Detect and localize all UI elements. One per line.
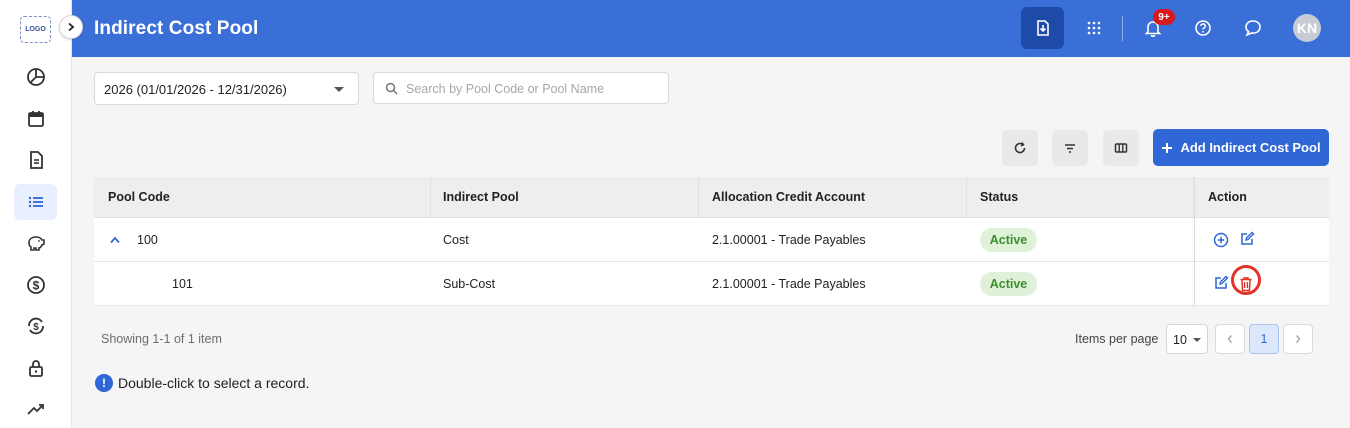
status-badge: Active (980, 272, 1037, 296)
items-per-page-select[interactable]: 10 (1166, 324, 1208, 354)
previous-page-button[interactable] (1215, 324, 1245, 354)
chevron-up-icon[interactable] (109, 235, 121, 245)
apps-button[interactable] (1072, 7, 1115, 49)
sidebar-item-list[interactable] (14, 184, 57, 220)
chevron-right-icon (68, 22, 75, 32)
fiscal-year-value: 2026 (01/01/2026 - 12/31/2026) (104, 82, 287, 97)
refresh-button[interactable] (1002, 130, 1038, 166)
search-input[interactable] (406, 79, 661, 99)
notification-badge: 9+ (1153, 9, 1175, 25)
column-header-status[interactable]: Status (980, 190, 1018, 204)
help-icon (1194, 20, 1211, 36)
top-header: Indirect Cost Pool 9+ KN (72, 0, 1350, 57)
items-per-page-value: 10 (1173, 333, 1187, 347)
caret-down-icon (334, 87, 344, 92)
sidebar-toggle-button[interactable] (59, 15, 83, 39)
column-header-action: Action (1208, 190, 1247, 204)
edit-icon[interactable] (1238, 230, 1256, 248)
plus-icon (1162, 142, 1173, 153)
currency-exchange-icon: $ (27, 317, 44, 335)
notifications-button[interactable]: 9+ (1131, 7, 1175, 49)
caret-down-icon (1193, 338, 1201, 342)
sidebar-item-dashboard[interactable] (14, 59, 57, 95)
add-indirect-cost-pool-button[interactable]: Add Indirect Cost Pool (1153, 129, 1329, 166)
sidebar-item-exchange[interactable]: $ (14, 308, 57, 344)
header-divider (1122, 16, 1123, 41)
add-sub-pool-icon[interactable] (1212, 231, 1230, 249)
columns-icon (1114, 143, 1128, 153)
sidebar-item-payments[interactable]: $ (14, 267, 57, 303)
svg-text:$: $ (33, 322, 39, 333)
sidebar-item-documents[interactable] (14, 142, 57, 178)
column-divider (430, 177, 431, 218)
info-icon: ! (95, 374, 113, 392)
lock-icon (28, 360, 43, 377)
download-button[interactable] (1021, 7, 1064, 49)
document-icon (29, 151, 43, 169)
items-per-page-label: Items per page (1075, 332, 1159, 346)
chat-button[interactable] (1231, 7, 1274, 49)
column-divider (698, 177, 699, 218)
page-title: Indirect Cost Pool (94, 18, 259, 39)
sidebar-item-reports[interactable] (14, 391, 57, 427)
user-avatar[interactable]: KN (1293, 14, 1321, 42)
pool-code-cell: 101 (172, 277, 193, 291)
table-header: Pool Code Indirect Pool Allocation Credi… (94, 177, 1329, 218)
column-header-allocation-credit-account[interactable]: Allocation Credit Account (712, 190, 865, 204)
indirect-cost-pool-table: Pool Code Indirect Pool Allocation Credi… (94, 177, 1329, 306)
columns-button[interactable] (1103, 130, 1139, 166)
refresh-icon (1014, 142, 1026, 154)
indirect-pool-cell: Sub-Cost (443, 277, 496, 291)
edit-icon[interactable] (1212, 274, 1230, 292)
chevron-left-icon (1227, 335, 1233, 343)
delete-highlight-ring (1231, 265, 1261, 295)
hint-text: Double-click to select a record. (118, 375, 310, 391)
piggy-bank-icon (27, 236, 45, 251)
column-header-indirect-pool[interactable]: Indirect Pool (443, 190, 519, 204)
chat-icon (1244, 20, 1261, 37)
app-logo: LOGO (20, 16, 51, 43)
indirect-pool-cell: Cost (443, 233, 469, 247)
add-button-label: Add Indirect Cost Pool (1180, 140, 1321, 155)
trending-up-icon (26, 404, 44, 415)
table-row[interactable]: 101 Sub-Cost 2.1.00001 - Trade Payables … (94, 262, 1329, 306)
sidebar: LOGO $ $ (0, 0, 72, 428)
next-page-button[interactable] (1283, 324, 1313, 354)
svg-text:$: $ (32, 279, 39, 293)
filter-button[interactable] (1052, 130, 1088, 166)
search-field[interactable] (373, 72, 669, 104)
status-badge: Active (980, 228, 1037, 252)
pool-code-cell: 100 (137, 233, 158, 247)
sidebar-item-security[interactable] (14, 350, 57, 386)
search-icon (385, 82, 398, 95)
calendar-icon (27, 111, 44, 127)
pie-chart-icon (26, 68, 45, 86)
hint-message: ! Double-click to select a record. (95, 374, 309, 392)
action-column-divider (1194, 177, 1195, 306)
sidebar-item-budget[interactable] (14, 225, 57, 261)
showing-count: Showing 1-1 of 1 item (101, 332, 222, 346)
allocation-account-cell: 2.1.00001 - Trade Payables (712, 277, 866, 291)
download-icon (1036, 20, 1049, 36)
help-button[interactable] (1181, 7, 1224, 49)
column-divider (966, 177, 967, 218)
page-number-button[interactable]: 1 (1249, 324, 1279, 354)
chevron-right-icon (1295, 335, 1301, 343)
table-row[interactable]: 100 Cost 2.1.00001 - Trade Payables Acti… (94, 218, 1329, 262)
dollar-icon: $ (26, 276, 45, 294)
sidebar-item-calendar[interactable] (14, 101, 57, 137)
list-icon (28, 196, 43, 208)
fiscal-year-select[interactable]: 2026 (01/01/2026 - 12/31/2026) (94, 72, 359, 105)
filter-icon (1065, 144, 1075, 153)
column-header-pool-code[interactable]: Pool Code (108, 190, 170, 204)
allocation-account-cell: 2.1.00001 - Trade Payables (712, 233, 866, 247)
apps-grid-icon (1087, 21, 1100, 35)
